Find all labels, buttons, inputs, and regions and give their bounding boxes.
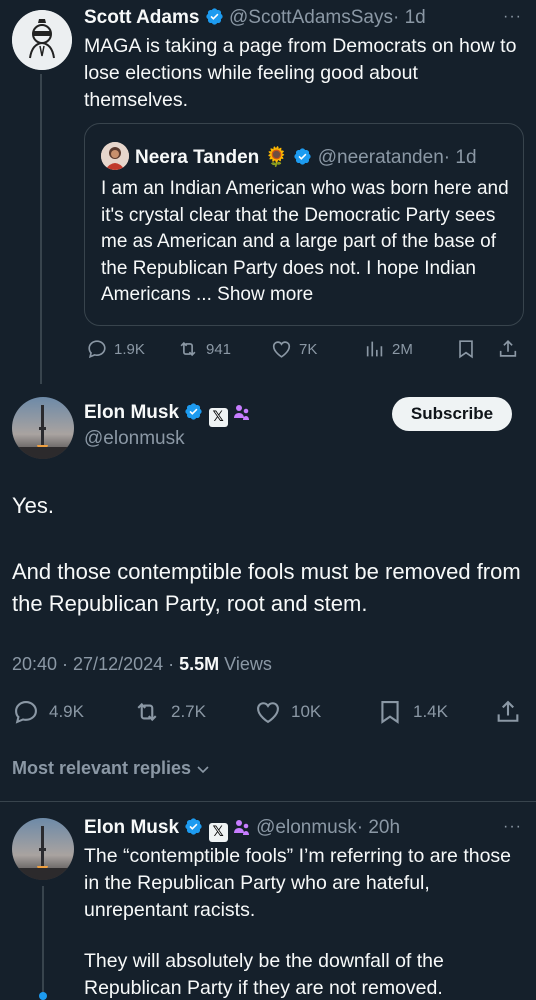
main-tweet-text-2: And those contemptible fools must be rem… xyxy=(12,559,521,616)
verified-badge-icon xyxy=(185,818,202,835)
like-button[interactable]: 10K xyxy=(254,698,321,726)
author-name[interactable]: Elon Musk xyxy=(84,817,179,838)
author-name[interactable]: Scott Adams xyxy=(84,7,199,28)
tweet-time[interactable]: · 1d xyxy=(393,7,426,28)
sunflower-emoji: 🌻 xyxy=(264,147,289,168)
thread-dot xyxy=(39,992,47,1000)
like-count: 10K xyxy=(291,702,322,721)
affiliate-people-icon xyxy=(233,405,249,420)
verified-badge-icon xyxy=(294,148,312,165)
main-tweet-text-1: Yes. xyxy=(12,493,55,518)
tweet-meta: 20:40 · 27/12/2024 · 5.5M Views xyxy=(12,654,272,675)
repost-button[interactable]: 2.7K xyxy=(132,698,206,726)
quote-text-block: I am an Indian American who was born her… xyxy=(101,176,511,309)
views-count: 2M xyxy=(392,340,413,358)
repost-count: 2.7K xyxy=(171,702,206,721)
repost-icon xyxy=(137,702,157,722)
more-options-button[interactable]: ··· xyxy=(503,8,522,26)
quote-author-name[interactable]: Neera Tanden xyxy=(135,147,259,168)
bookmark-button[interactable]: 1.4K xyxy=(376,698,448,726)
x-logo-badge-icon: 𝕏 xyxy=(208,407,228,427)
verified-badge-icon xyxy=(185,403,202,420)
bookmark-count: 1.4K xyxy=(413,702,448,721)
like-button[interactable]: 7K xyxy=(270,338,317,360)
author-name[interactable]: Elon Musk xyxy=(84,402,179,423)
repost-button[interactable]: 941 xyxy=(176,338,231,360)
reply-icon xyxy=(15,701,37,724)
reply-header: Elon Musk 𝕏 @elonmusk· 20h xyxy=(84,817,400,842)
reply-button[interactable]: 4.9K xyxy=(12,698,84,726)
x-logo-badge-icon: 𝕏 xyxy=(208,822,228,842)
reply-count: 4.9K xyxy=(49,702,84,721)
avatar-elon-musk[interactable] xyxy=(12,397,74,459)
chevron-down-icon xyxy=(197,765,209,773)
timestamp[interactable]: 20:40 · 27/12/2024 · xyxy=(12,654,179,674)
divider xyxy=(0,801,536,802)
replies-sort-dropdown[interactable]: Most relevant replies xyxy=(12,758,211,779)
subscribe-button[interactable]: Subscribe xyxy=(392,397,512,431)
avatar-elon-musk[interactable] xyxy=(12,818,74,880)
author-handle[interactable]: @elonmusk xyxy=(256,817,357,838)
thread-line xyxy=(40,74,42,384)
share-icon xyxy=(499,340,517,357)
quote-author-handle[interactable]: @neeratanden xyxy=(318,147,444,168)
views-icon xyxy=(366,341,383,357)
share-icon xyxy=(497,700,519,722)
show-more-link[interactable]: Show more xyxy=(217,284,313,305)
affiliate-people-icon xyxy=(233,820,249,835)
quote-header: Neera Tanden 🌻 @neeratanden· 1d xyxy=(135,145,477,169)
author-handle[interactable]: @elonmusk xyxy=(84,428,185,450)
repost-icon xyxy=(180,341,196,357)
quote-time[interactable]: · 1d xyxy=(444,147,477,168)
bookmark-icon xyxy=(381,701,399,724)
tweet1-header: Scott Adams @ScottAdamsSays· 1d xyxy=(84,7,426,29)
replies-sort-label: Most relevant replies xyxy=(12,758,192,778)
reply-time[interactable]: · 20h xyxy=(357,817,400,838)
reply-icon xyxy=(88,340,106,359)
like-icon xyxy=(272,341,291,358)
more-options-button[interactable]: ··· xyxy=(503,818,522,836)
reply-text-2: They will absolutely be the downfall of … xyxy=(84,950,444,999)
share-button[interactable] xyxy=(494,698,522,726)
verified-badge-icon xyxy=(206,8,223,25)
bookmark-icon xyxy=(459,340,473,359)
like-icon xyxy=(257,702,279,724)
author-handle[interactable]: @ScottAdamsSays xyxy=(229,7,393,28)
avatar-neera-tanden[interactable] xyxy=(101,142,129,170)
thread-line xyxy=(42,886,44,1000)
views-label: Views xyxy=(219,654,272,674)
like-count: 7K xyxy=(299,340,318,358)
tweet-text: MAGA is taking a page from Democrats on … xyxy=(84,35,517,111)
views-count: 5.5M xyxy=(179,654,220,674)
share-button[interactable] xyxy=(497,338,519,360)
views-button[interactable]: 2M xyxy=(364,338,413,360)
bookmark-button[interactable] xyxy=(455,338,477,360)
reply-button[interactable]: 1.9K xyxy=(86,338,145,360)
reply-text-1: The “contemptible fools” I’m referring t… xyxy=(84,845,512,921)
main-author-row: Elon Musk 𝕏 xyxy=(84,402,251,427)
repost-count: 941 xyxy=(206,340,232,358)
avatar-scott-adams[interactable] xyxy=(12,10,72,70)
reply-count: 1.9K xyxy=(114,340,145,358)
